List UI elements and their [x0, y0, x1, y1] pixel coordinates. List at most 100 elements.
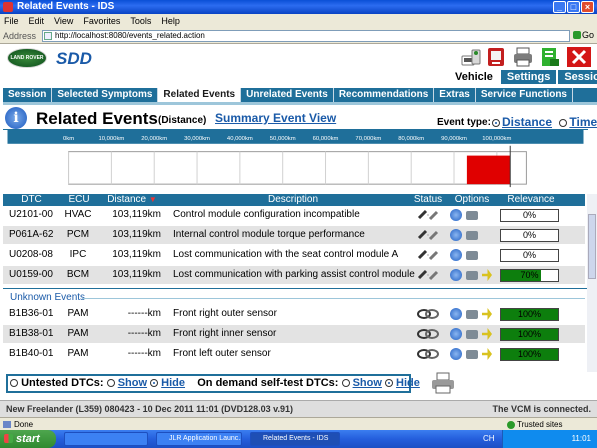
tools-icon[interactable] — [486, 46, 506, 68]
row-camera-icon[interactable] — [466, 330, 478, 339]
ondemand-hide-radio[interactable] — [384, 379, 393, 388]
distance-option[interactable]: Distance — [502, 115, 552, 129]
nav-vehicle[interactable]: Vehicle — [449, 70, 499, 84]
tab-recommendations[interactable]: Recommendations — [334, 88, 435, 102]
menu-view[interactable]: View — [54, 14, 73, 28]
status-broken-link-icon[interactable] — [417, 228, 439, 242]
table-row[interactable]: B1B36-01 PAM ------km Front right outer sen… — [3, 305, 585, 323]
nav-settings[interactable]: Settings — [500, 70, 557, 84]
row-arrow-icon[interactable] — [482, 348, 492, 360]
menu-file[interactable]: File — [4, 14, 19, 28]
table-row[interactable]: U0208-08 IPC 103,119km Lost communication w… — [3, 246, 585, 264]
col-relevance[interactable]: Relevance — [500, 194, 562, 206]
vehicle-connect-icon[interactable] — [460, 46, 482, 68]
tab-selected-symptoms[interactable]: Selected Symptoms — [52, 88, 159, 102]
document-green-icon[interactable] — [540, 46, 560, 68]
table-row[interactable]: P061A-62 PCM 103,119km Internal control mod… — [3, 226, 585, 244]
row-info-icon[interactable] — [450, 348, 462, 360]
tab-session[interactable]: Session — [3, 88, 53, 102]
dtc-code: U0159-00 — [9, 269, 53, 280]
taskbar-item-blank[interactable] — [64, 432, 148, 446]
chart-event-bar[interactable] — [466, 155, 511, 185]
event-distance: 103,119km — [112, 249, 161, 260]
row-info-icon[interactable] — [450, 308, 462, 320]
tab-unrelated-events[interactable]: Unrelated Events — [241, 88, 334, 102]
status-linked-icon[interactable] — [417, 327, 439, 341]
row-info-icon[interactable] — [450, 229, 462, 241]
nav-sessions[interactable]: Sessions — [558, 70, 597, 84]
table-row[interactable]: U0159-00 BCM 103,119km Lost communication w… — [3, 266, 585, 284]
tab-extras[interactable]: Extras — [434, 88, 476, 102]
tab-service-functions[interactable]: Service Functions — [476, 88, 573, 102]
info-icon[interactable]: i — [5, 107, 27, 129]
address-input[interactable]: http://localhost:8080/events_related.act… — [42, 30, 570, 42]
table-row[interactable]: B1B38-01 PAM ------km Front right inner sen… — [3, 325, 585, 343]
row-camera-icon[interactable] — [466, 310, 478, 319]
printer-icon[interactable] — [512, 46, 534, 68]
table-row[interactable]: B1B40-01 PAM ------km Front left outer sens… — [3, 345, 585, 363]
col-ecu[interactable]: ECU — [61, 194, 97, 206]
untested-hide-radio[interactable] — [150, 379, 159, 388]
row-info-icon[interactable] — [450, 328, 462, 340]
section-tabs: Session Selected Symptoms Related Events… — [3, 88, 597, 102]
row-camera-icon[interactable] — [466, 251, 478, 260]
time-radio[interactable] — [559, 118, 568, 127]
table-scrollbar[interactable] — [587, 194, 597, 372]
status-broken-link-icon[interactable] — [417, 268, 439, 282]
status-broken-link-icon[interactable] — [417, 208, 439, 222]
row-info-icon[interactable] — [450, 249, 462, 261]
language-indicator[interactable]: CH — [483, 430, 495, 448]
row-info-icon[interactable] — [450, 209, 462, 221]
col-description[interactable]: Description — [173, 194, 413, 206]
tab-underline — [3, 102, 597, 105]
chart-tick-label: 80,000km — [398, 136, 424, 142]
info-small-icon — [10, 379, 18, 388]
status-broken-link-icon[interactable] — [417, 248, 439, 262]
row-info-icon[interactable] — [450, 269, 462, 281]
summary-event-view-link[interactable]: Summary Event View — [215, 111, 336, 125]
print-icon[interactable] — [430, 372, 456, 394]
menu-help[interactable]: Help — [161, 14, 180, 28]
row-arrow-icon[interactable] — [482, 308, 492, 320]
distance-radio[interactable] — [492, 118, 500, 127]
col-dtc[interactable]: DTC — [9, 194, 54, 206]
row-arrow-icon[interactable] — [482, 328, 492, 340]
row-camera-icon[interactable] — [466, 271, 478, 280]
page-title: Related Events — [36, 109, 158, 128]
status-linked-icon[interactable] — [417, 307, 439, 321]
ondemand-show[interactable]: Show — [353, 377, 382, 389]
menu-edit[interactable]: Edit — [29, 14, 45, 28]
col-status[interactable]: Status — [411, 194, 445, 206]
row-arrow-icon[interactable] — [482, 269, 492, 281]
ondemand-show-radio[interactable] — [341, 379, 350, 388]
go-button[interactable]: Go — [573, 29, 595, 42]
row-camera-icon[interactable] — [466, 211, 478, 220]
minimize-button[interactable]: _ — [553, 1, 566, 13]
col-options[interactable]: Options — [449, 194, 495, 206]
untested-show[interactable]: Show — [118, 377, 147, 389]
taskbar-item-jlr-launcher[interactable]: JLR Application Launc... — [156, 432, 242, 446]
status-linked-icon[interactable] — [417, 347, 439, 361]
taskbar-item-related-events[interactable]: Related Events - IDS — [250, 432, 340, 446]
row-camera-icon[interactable] — [466, 231, 478, 240]
time-option[interactable]: Time — [569, 115, 597, 129]
close-button[interactable]: × — [581, 1, 594, 13]
col-distance[interactable]: Distance ▼ — [103, 194, 161, 206]
row-camera-icon[interactable] — [466, 350, 478, 359]
maximize-button[interactable]: □ — [567, 1, 580, 13]
start-button[interactable]: start — [0, 430, 56, 448]
menu-bar: File Edit View Favorites Tools Help — [0, 14, 597, 28]
ondemand-hide[interactable]: Hide — [396, 377, 420, 389]
dtc-code: B1B38-01 — [9, 328, 54, 339]
ecu-name: PCM — [66, 229, 90, 240]
menu-tools[interactable]: Tools — [130, 14, 151, 28]
tab-related-events[interactable]: Related Events — [158, 88, 242, 102]
exit-icon[interactable] — [565, 46, 593, 68]
table-row[interactable]: U2101-00 HVAC 103,119km Control module conf… — [3, 206, 585, 224]
scrollbar-thumb[interactable] — [588, 214, 596, 279]
menu-favorites[interactable]: Favorites — [83, 14, 120, 28]
untested-hide[interactable]: Hide — [161, 377, 185, 389]
trusted-sites-icon — [507, 421, 515, 429]
event-distance: 103,119km — [112, 209, 161, 220]
untested-show-radio[interactable] — [106, 379, 115, 388]
